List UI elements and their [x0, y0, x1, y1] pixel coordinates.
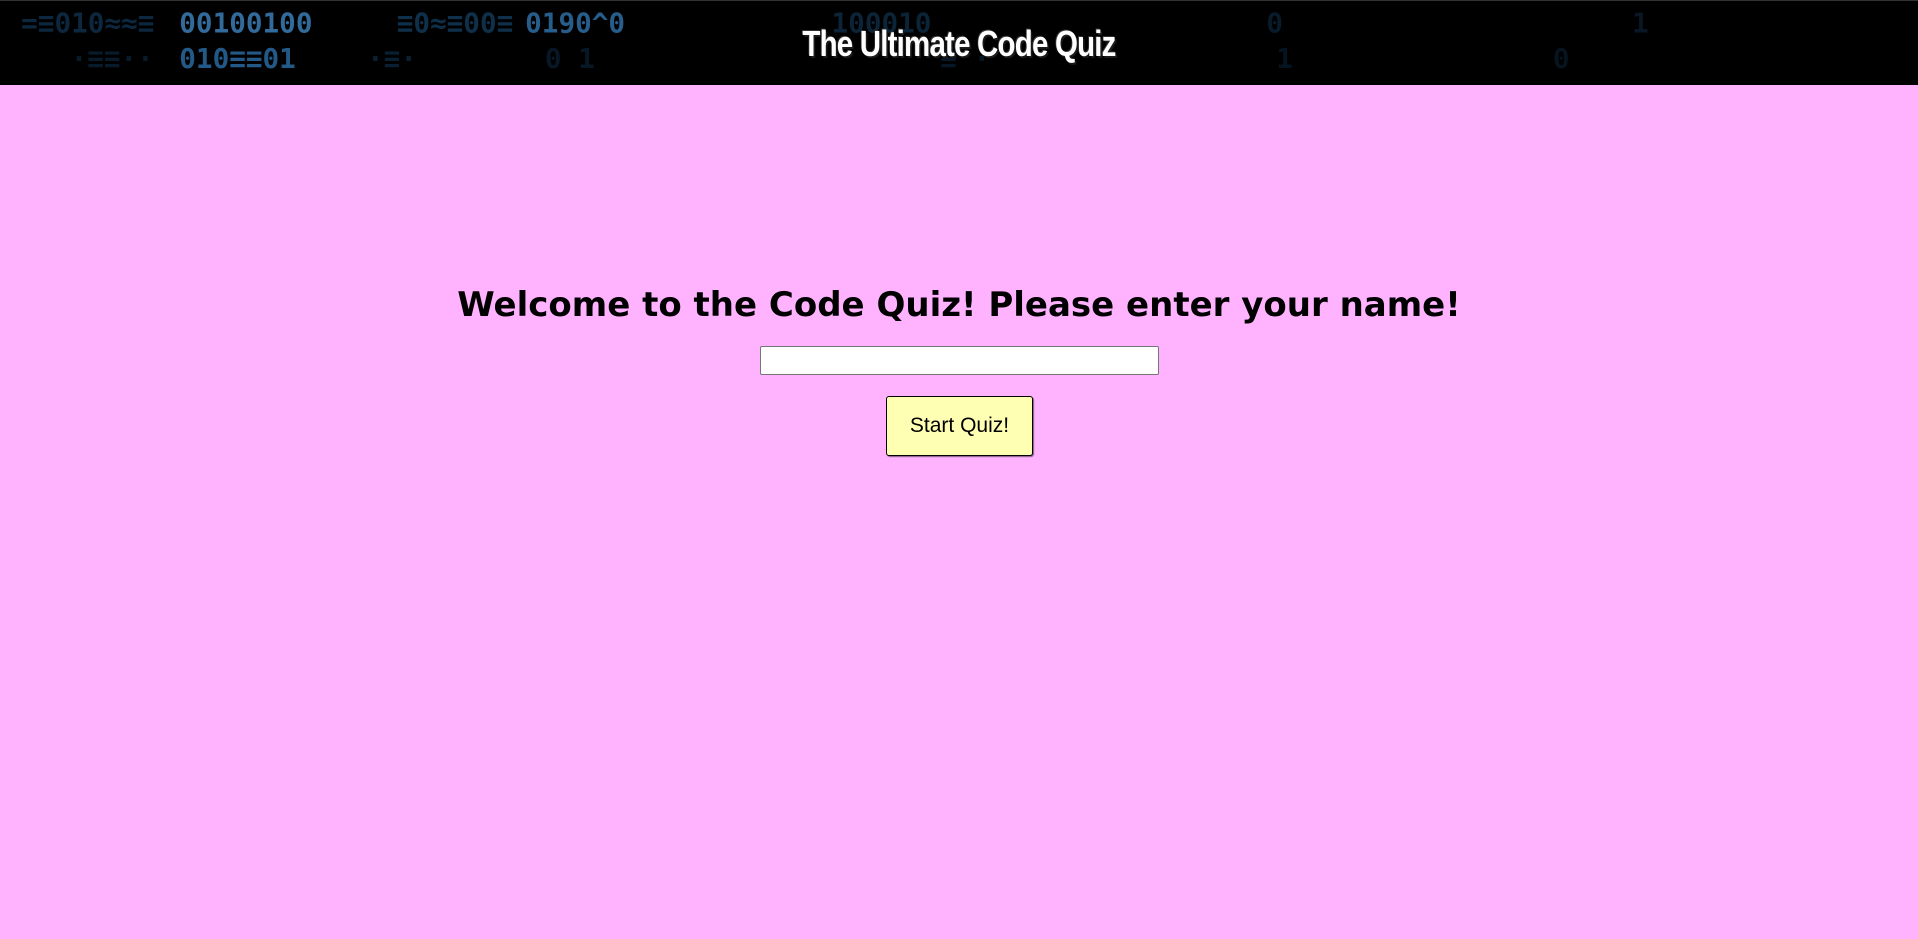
welcome-heading: Welcome to the Code Quiz! Please enter y… — [457, 285, 1461, 325]
page-title: The Ultimate Code Quiz — [802, 23, 1116, 64]
start-quiz-button[interactable]: Start Quiz! — [886, 396, 1033, 456]
site-header: =≡010≈≈≡ 00100100 ≡0≈≡00≡ 0190^0 100010 … — [0, 0, 1918, 85]
svg-text:=≡010≈≈≡: =≡010≈≈≡ — [21, 7, 154, 40]
main-content: Welcome to the Code Quiz! Please enter y… — [0, 85, 1918, 939]
svg-text:·≡≡··: ·≡≡·· — [71, 42, 154, 75]
name-input[interactable] — [760, 346, 1159, 375]
